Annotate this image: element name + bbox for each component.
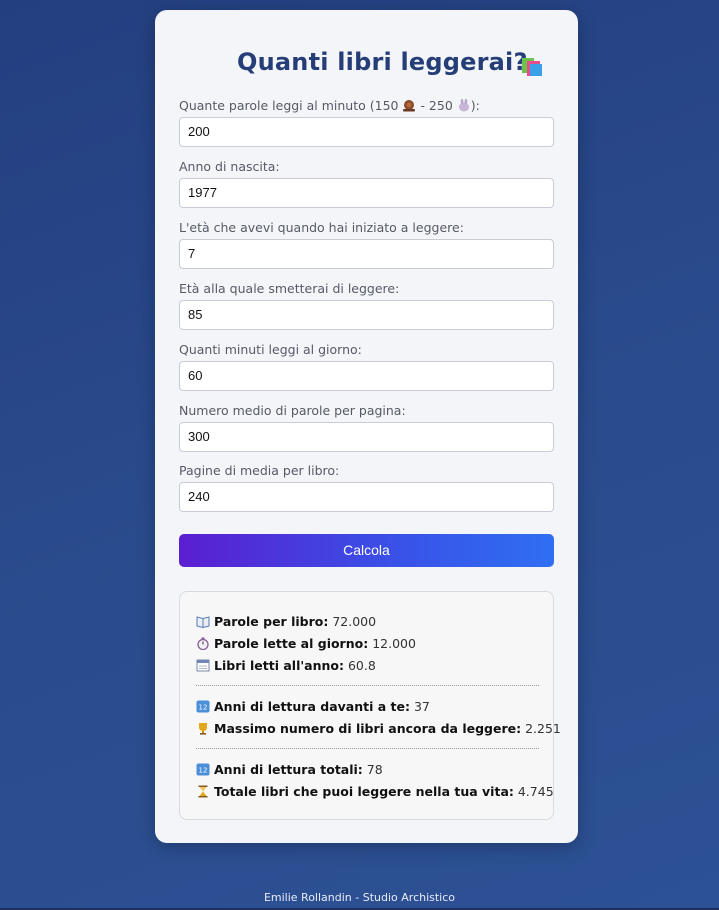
results-divider [196, 685, 539, 686]
minutes-per-day-label: Quanti minuti leggi al giorno: [179, 342, 362, 357]
numbers-icon: 12 [196, 763, 210, 776]
birth-year-label: Anno di nascita: [179, 159, 280, 174]
calendar-icon [196, 659, 210, 672]
footer-credit: Emilie Rollandin - Studio Archistico [263, 891, 456, 904]
snail-icon [403, 100, 416, 112]
rabbit-icon [458, 99, 469, 112]
pages-per-book-label: Pagine di media per libro: [179, 463, 340, 478]
svg-text:12: 12 [199, 704, 208, 712]
birth-year-input[interactable]: 1977 [179, 178, 554, 208]
stopwatch-icon [197, 637, 209, 650]
words-per-page-field: Numero medio di parole per pagina: 300 [179, 403, 554, 452]
result-total-reading-years: 12 Anni di lettura totali: 78 [196, 762, 383, 777]
results-panel: Parole per libro: 72.000 Parole lette al… [179, 591, 561, 820]
result-max-books-remaining: Massimo numero di libri ancora da legger… [196, 721, 561, 736]
minutes-per-day-field: Quanti minuti leggi al giorno: 60 [179, 342, 554, 391]
result-books-per-year: Libri letti all'anno: 60.8 [196, 658, 376, 673]
minutes-per-day-input[interactable]: 60 [179, 361, 554, 391]
page-title: Quanti libri leggerai? [237, 48, 528, 76]
hourglass-icon [198, 785, 208, 798]
start-age-input[interactable]: 7 [179, 239, 554, 269]
words-per-minute-field: Quante parole leggi al minuto (150 - 250… [179, 98, 554, 147]
result-years-ahead: 12 Anni di lettura davanti a te: 37 [196, 699, 430, 714]
start-age-field: L'età che avevi quando hai iniziato a le… [179, 220, 554, 269]
svg-text:12: 12 [199, 767, 208, 775]
start-age-label: L'età che avevi quando hai iniziato a le… [179, 220, 464, 235]
pages-per-book-field: Pagine di media per libro: 240 [179, 463, 554, 512]
open-book-icon [196, 616, 210, 628]
pages-per-book-input[interactable]: 240 [179, 482, 554, 512]
result-words-per-day: Parole lette al giorno: 12.000 [196, 636, 416, 651]
result-total-lifetime-books: Totale libri che puoi leggere nella tua … [196, 784, 554, 799]
stop-age-input[interactable]: 85 [179, 300, 554, 330]
result-words-per-book: Parole per libro: 72.000 [196, 614, 376, 629]
birth-year-field: Anno di nascita: 1977 [179, 159, 554, 208]
numbers-icon: 12 [196, 700, 210, 713]
title-row: Quanti libri leggerai? [155, 48, 578, 88]
words-per-minute-label: Quante parole leggi al minuto (150 - 250… [179, 98, 480, 113]
calculator-card: Quanti libri leggerai? Quante parole leg… [155, 10, 578, 843]
results-divider [196, 748, 539, 749]
calculate-button[interactable]: Calcola [179, 534, 554, 567]
books-icon [522, 58, 542, 76]
words-per-page-input[interactable]: 300 [179, 422, 554, 452]
words-per-minute-input[interactable]: 200 [179, 117, 554, 147]
words-per-page-label: Numero medio di parole per pagina: [179, 403, 406, 418]
stop-age-label: Età alla quale smetterai di leggere: [179, 281, 400, 296]
stop-age-field: Età alla quale smetterai di leggere: 85 [179, 281, 554, 330]
trophy-icon [199, 723, 207, 735]
